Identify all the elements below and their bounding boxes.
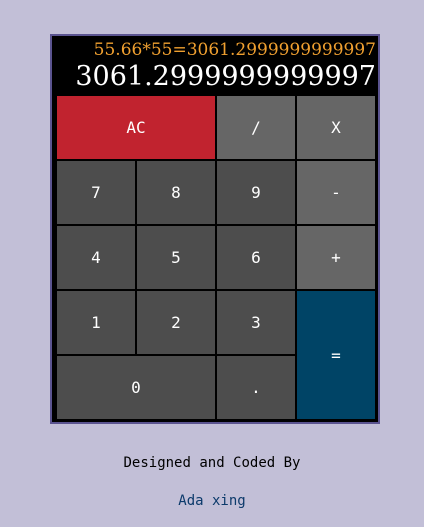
credit-text: Designed and Coded By — [123, 455, 301, 471]
clear-button[interactable]: AC — [56, 95, 216, 160]
three-button[interactable]: 3 — [216, 290, 296, 355]
add-button[interactable]: + — [296, 225, 376, 290]
nine-button[interactable]: 9 — [216, 160, 296, 225]
six-button[interactable]: 6 — [216, 225, 296, 290]
one-button[interactable]: 1 — [56, 290, 136, 355]
equals-button[interactable]: = — [296, 290, 376, 420]
seven-button[interactable]: 7 — [56, 160, 136, 225]
five-button[interactable]: 5 — [136, 225, 216, 290]
display: 55.66*55=3061.2999999999997 3061.2999999… — [52, 36, 378, 94]
divide-button[interactable]: / — [216, 95, 296, 160]
calculator: 55.66*55=3061.2999999999997 3061.2999999… — [50, 34, 380, 424]
four-button[interactable]: 4 — [56, 225, 136, 290]
decimal-button[interactable]: . — [216, 355, 296, 420]
two-button[interactable]: 2 — [136, 290, 216, 355]
formula-display: 55.66*55=3061.2999999999997 — [93, 40, 376, 60]
output-display: 3061.2999999999997 — [75, 61, 376, 92]
author-link[interactable]: Ada xing — [0, 493, 424, 509]
subtract-button[interactable]: - — [296, 160, 376, 225]
multiply-button[interactable]: X — [296, 95, 376, 160]
zero-button[interactable]: 0 — [56, 355, 216, 420]
eight-button[interactable]: 8 — [136, 160, 216, 225]
